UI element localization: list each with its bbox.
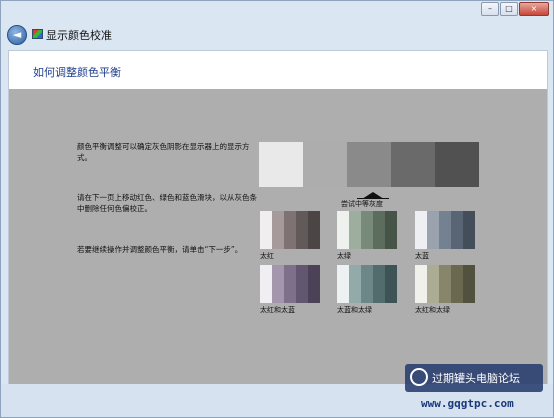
color-swatch [284, 265, 296, 303]
color-swatch [439, 211, 451, 249]
color-swatch [385, 265, 397, 303]
color-swatch [439, 265, 451, 303]
color-swatch [373, 211, 385, 249]
minimize-icon[interactable]: – [481, 2, 499, 16]
color-swatch [373, 265, 385, 303]
gray-swatch [347, 142, 391, 187]
sample-too-red [260, 211, 320, 249]
color-swatch [337, 211, 349, 249]
gray-swatch [259, 142, 303, 187]
sample-label: 太红和太蓝 [260, 306, 295, 314]
color-swatch [260, 265, 272, 303]
sample-label: 太红和太绿 [415, 306, 450, 314]
maximize-icon[interactable]: □ [500, 2, 518, 16]
color-swatch [260, 211, 272, 249]
sample-too-green [337, 211, 397, 249]
color-swatch [308, 211, 320, 249]
color-swatch [361, 265, 373, 303]
watermark-url: www.gqgtpc.com [421, 397, 514, 410]
color-swatch [308, 265, 320, 303]
back-arrow-icon[interactable]: ◄ [7, 25, 27, 45]
color-swatch [361, 211, 373, 249]
gray-swatch [391, 142, 435, 187]
instruction-2: 请在下一页上移动红色、绿色和蓝色滑块，以从灰色条中删除任何色偏校正。 [77, 193, 257, 213]
gray-swatch [303, 142, 347, 187]
color-swatch [284, 211, 296, 249]
color-swatch [272, 265, 284, 303]
display-color-icon [32, 29, 43, 39]
color-swatch [415, 211, 427, 249]
gray-swatch [435, 142, 479, 187]
color-swatch [337, 265, 349, 303]
sample-too-red-blue [260, 265, 320, 303]
color-swatch [427, 211, 439, 249]
instruction-3: 若要继续操作并调整颜色平衡，请单击“下一步”。 [77, 245, 243, 254]
color-swatch [451, 211, 463, 249]
sample-too-blue [415, 211, 475, 249]
color-swatch [349, 211, 361, 249]
window: – □ × ◄ 显示颜色校准 如何调整颜色平衡 颜色平衡调整可以确定灰色阴影在显… [0, 0, 554, 418]
sample-too-blue-green [337, 265, 397, 303]
color-swatch [427, 265, 439, 303]
sample-label: 太蓝和太绿 [337, 306, 372, 314]
color-swatch [451, 265, 463, 303]
page-heading: 如何调整颜色平衡 [33, 66, 121, 79]
target-label: 尝试中等灰度 [341, 200, 383, 208]
sample-label: 太蓝 [415, 252, 429, 260]
window-controls: – □ × [481, 2, 549, 16]
watermark-text: 过期罐头电脑论坛 [432, 372, 520, 385]
color-swatch [385, 211, 397, 249]
watermark: 过期罐头电脑论坛 [405, 364, 543, 392]
color-swatch [349, 265, 361, 303]
color-swatch [463, 265, 475, 303]
logo-icon [410, 368, 428, 386]
sample-too-red-green [415, 265, 475, 303]
page-header: 如何调整颜色平衡 [9, 51, 547, 89]
title-bar: ◄ 显示颜色校准 [1, 19, 553, 49]
color-swatch [463, 211, 475, 249]
sample-label: 太红 [260, 252, 274, 260]
color-swatch [272, 211, 284, 249]
target-gray-bar [259, 142, 479, 187]
close-icon[interactable]: × [519, 2, 549, 16]
color-swatch [296, 265, 308, 303]
sample-label: 太绿 [337, 252, 351, 260]
color-swatch [296, 211, 308, 249]
window-title: 显示颜色校准 [46, 29, 112, 42]
color-swatch [415, 265, 427, 303]
instruction-1: 颜色平衡调整可以确定灰色阴影在显示器上的显示方式。 [77, 142, 250, 162]
